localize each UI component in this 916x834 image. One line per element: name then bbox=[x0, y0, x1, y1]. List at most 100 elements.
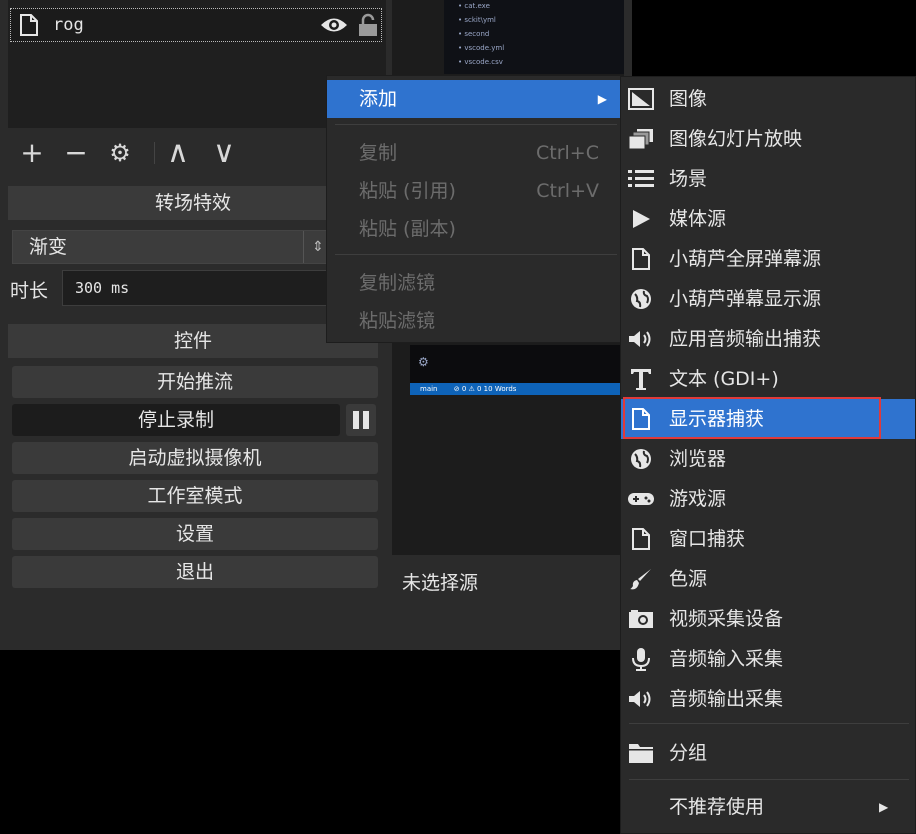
menu-item-add[interactable]: 添加 ▶ bbox=[327, 80, 621, 118]
source-name: rog bbox=[53, 15, 84, 35]
text-icon bbox=[627, 367, 655, 391]
submenu-item-text-gdi[interactable]: 文本 (GDI+) bbox=[621, 359, 915, 399]
submenu-item-label: 小葫芦全屏弹幕源 bbox=[669, 248, 822, 270]
menu-item-paste-filters[interactable]: 粘贴滤镜 bbox=[327, 302, 621, 340]
image-icon bbox=[627, 87, 655, 111]
preview-code-thumbnail: • cat.exe • sckit\yml • second • vscode.… bbox=[444, 0, 624, 74]
submenu-item-label: 场景 bbox=[669, 168, 708, 190]
submenu-item-label: 音频输入采集 bbox=[669, 648, 784, 670]
menu-shortcut: Ctrl+C bbox=[536, 142, 599, 164]
code-line: • second bbox=[458, 30, 490, 38]
submenu-arrow-icon: ▶ bbox=[597, 92, 607, 106]
menu-item-label: 添加 bbox=[359, 88, 398, 110]
submenu-item-browser[interactable]: 浏览器 bbox=[621, 439, 915, 479]
start-virtual-camera-button[interactable]: 启动虚拟摄像机 bbox=[12, 442, 378, 474]
move-down-button[interactable]: ∨ bbox=[204, 132, 244, 174]
submenu-item-game-source[interactable]: 游戏源 bbox=[621, 479, 915, 519]
submenu-item-group[interactable]: 分组 bbox=[621, 733, 915, 773]
submenu-item-color-source[interactable]: 色源 bbox=[621, 559, 915, 599]
code-line: • cat.exe bbox=[458, 2, 490, 10]
globe-icon bbox=[627, 287, 655, 311]
submenu-item-label: 应用音频输出捕获 bbox=[669, 328, 822, 350]
submenu-arrow-icon: ▶ bbox=[879, 800, 889, 814]
code-line: • vscode.csv bbox=[458, 58, 503, 66]
context-menu: 添加 ▶ 复制 Ctrl+C 粘贴 (引用) Ctrl+V 粘贴 (副本) 复制… bbox=[326, 75, 622, 343]
submenu-item-label: 游戏源 bbox=[669, 488, 727, 510]
move-up-button[interactable]: ∧ bbox=[158, 132, 198, 174]
submenu-item-audio-output-capture[interactable]: 音频输出采集 bbox=[621, 679, 915, 719]
preview-status-bar: main ⊘ 0 ⚠ 0 10 Words bbox=[410, 383, 624, 395]
submenu-item-label: 媒体源 bbox=[669, 208, 727, 230]
submenu-item-media-source[interactable]: 媒体源 bbox=[621, 199, 915, 239]
toolbar-divider bbox=[154, 142, 155, 164]
submenu-item-label: 图像 bbox=[669, 88, 708, 110]
submenu-item-label: 小葫芦弹幕显示源 bbox=[669, 288, 822, 310]
transition-selected: 渐变 bbox=[29, 236, 68, 258]
controls-header: 控件 bbox=[8, 324, 378, 358]
speaker-icon bbox=[627, 687, 655, 711]
stop-record-button[interactable]: 停止录制 bbox=[12, 404, 340, 436]
file-icon bbox=[627, 247, 655, 271]
duration-label: 时长 bbox=[10, 280, 49, 302]
submenu-item-scene[interactable]: 场景 bbox=[621, 159, 915, 199]
list-icon bbox=[627, 167, 655, 191]
submenu-item-video-capture-device[interactable]: 视频采集设备 bbox=[621, 599, 915, 639]
submenu-item-label: 色源 bbox=[669, 568, 708, 590]
submenu-item-label: 文本 (GDI+) bbox=[669, 368, 779, 390]
code-line: • vscode.yml bbox=[458, 44, 505, 52]
menu-item-paste-reference[interactable]: 粘贴 (引用) Ctrl+V bbox=[327, 172, 621, 210]
status-text: ⊘ 0 ⚠ 0 10 Words bbox=[453, 385, 517, 393]
menu-item-label: 粘贴 (副本) bbox=[359, 218, 456, 240]
gamepad-icon bbox=[627, 487, 655, 511]
pause-record-button[interactable] bbox=[346, 404, 376, 436]
studio-mode-button[interactable]: 工作室模式 bbox=[12, 480, 378, 512]
submenu-item-window-capture[interactable]: 窗口捕获 bbox=[621, 519, 915, 559]
submenu-item-deprecated[interactable]: 不推荐使用 ▶ bbox=[621, 787, 915, 827]
submenu-item-label: 音频输出采集 bbox=[669, 688, 784, 710]
file-icon bbox=[17, 12, 41, 38]
submenu-item-slideshow[interactable]: 图像幻灯片放映 bbox=[621, 119, 915, 159]
code-line: • sckit\yml bbox=[458, 16, 496, 24]
submenu-item-app-audio-capture[interactable]: 应用音频输出捕获 bbox=[621, 319, 915, 359]
duration-input[interactable]: 300 ms bbox=[62, 270, 332, 306]
menu-shortcut: Ctrl+V bbox=[536, 180, 599, 202]
start-stream-button[interactable]: 开始推流 bbox=[12, 366, 378, 398]
exit-button[interactable]: 退出 bbox=[12, 556, 378, 588]
menu-separator bbox=[629, 779, 909, 780]
brush-icon bbox=[627, 567, 655, 591]
gear-icon[interactable]: ⚙ bbox=[100, 132, 140, 174]
source-item[interactable]: rog bbox=[10, 8, 382, 42]
menu-item-copy-filters[interactable]: 复制滤镜 bbox=[327, 264, 621, 302]
menu-item-label: 复制滤镜 bbox=[359, 272, 436, 294]
menu-item-label: 粘贴 (引用) bbox=[359, 180, 456, 202]
remove-source-button[interactable]: − bbox=[56, 132, 96, 174]
settings-button[interactable]: 设置 bbox=[12, 518, 378, 550]
menu-separator bbox=[335, 124, 617, 125]
submenu-item-audio-input-capture[interactable]: 音频输入采集 bbox=[621, 639, 915, 679]
submenu-item-danmaku-display[interactable]: 小葫芦弹幕显示源 bbox=[621, 279, 915, 319]
microphone-icon bbox=[627, 647, 655, 671]
submenu-item-label: 不推荐使用 bbox=[669, 796, 765, 818]
submenu-item-fullscreen-danmaku[interactable]: 小葫芦全屏弹幕源 bbox=[621, 239, 915, 279]
folder-icon bbox=[627, 741, 655, 765]
menu-item-copy[interactable]: 复制 Ctrl+C bbox=[327, 134, 621, 172]
eye-icon[interactable] bbox=[319, 14, 349, 36]
submenu-item-label: 分组 bbox=[669, 742, 708, 764]
add-source-button[interactable]: + bbox=[12, 132, 52, 174]
slideshow-icon bbox=[627, 127, 655, 151]
transition-select[interactable]: 渐变 ⇕ bbox=[12, 230, 332, 264]
gear-icon: ⚙ bbox=[418, 355, 429, 369]
lock-icon[interactable] bbox=[357, 12, 379, 38]
submenu-item-image[interactable]: 图像 bbox=[621, 79, 915, 119]
menu-item-label: 粘贴滤镜 bbox=[359, 310, 436, 332]
submenu-item-label: 窗口捕获 bbox=[669, 528, 746, 550]
speaker-icon bbox=[627, 327, 655, 351]
file-icon bbox=[627, 527, 655, 551]
menu-item-label: 复制 bbox=[359, 142, 398, 164]
menu-item-paste-duplicate[interactable]: 粘贴 (副本) bbox=[327, 210, 621, 248]
add-source-submenu: 图像 图像幻灯片放映 场景 媒体源 小葫芦全屏弹幕源 小葫芦弹幕显示源 应用音频… bbox=[620, 76, 916, 834]
camera-icon bbox=[627, 607, 655, 631]
menu-separator bbox=[629, 723, 909, 724]
status-branch: main bbox=[420, 385, 438, 393]
submenu-item-label: 图像幻灯片放映 bbox=[669, 128, 803, 150]
